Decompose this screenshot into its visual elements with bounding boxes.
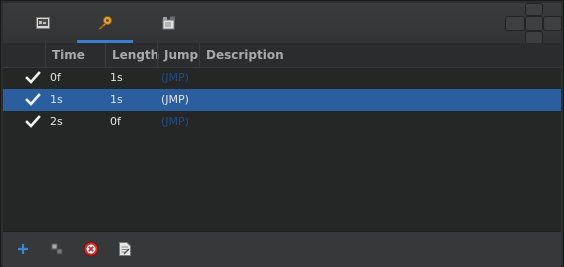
add-keyframe-button[interactable] — [13, 239, 33, 259]
duplicate-icon — [51, 243, 63, 255]
nav-left-button[interactable] — [505, 16, 525, 31]
nav-up-button[interactable] — [525, 3, 543, 16]
edit-notes-button[interactable] — [115, 239, 135, 259]
cell-time: 0f — [50, 71, 61, 84]
table-header: Time Length Jump Description — [3, 43, 561, 68]
remove-icon — [83, 241, 99, 257]
checkbox-checked-icon[interactable] — [25, 114, 41, 130]
add-icon — [18, 244, 28, 254]
nav-right-button[interactable] — [543, 16, 562, 31]
column-header-description[interactable]: Description — [199, 43, 561, 67]
keyframes-panel: Time Length Jump Description 0f 1s (JMP)… — [0, 0, 564, 267]
tab-bar — [3, 3, 562, 44]
clip-icon — [162, 16, 175, 30]
cell-jump[interactable]: (JMP) — [161, 89, 189, 111]
duplicate-keyframe-button[interactable] — [47, 239, 67, 259]
cell-time: 2s — [50, 115, 63, 128]
navigation-pad — [503, 3, 562, 44]
table-row-selected[interactable]: 1s 1s (JMP) — [3, 89, 561, 111]
table-row[interactable]: 0f 1s (JMP) — [3, 67, 561, 89]
footer-toolbar — [3, 231, 561, 267]
notes-icon — [119, 242, 131, 256]
tab-keyframes[interactable] — [77, 3, 133, 43]
keyframe-table: Time Length Jump Description 0f 1s (JMP)… — [3, 43, 561, 231]
table-row[interactable]: 2s 0f (JMP) — [3, 111, 561, 133]
nav-center-button[interactable] — [525, 16, 543, 31]
checkbox-checked-icon[interactable] — [25, 70, 41, 86]
cell-length: 0f — [110, 115, 121, 128]
cell-length: 1s — [110, 93, 123, 106]
checkbox-checked-icon[interactable] — [25, 92, 41, 108]
cell-time: 1s — [50, 93, 63, 106]
cell-length: 1s — [110, 71, 123, 84]
column-header-time[interactable]: Time — [45, 43, 105, 67]
column-header-length[interactable]: Length — [105, 43, 159, 67]
image-icon — [36, 17, 50, 29]
remove-keyframe-button[interactable] — [81, 239, 101, 259]
key-icon — [98, 16, 112, 30]
cell-jump[interactable]: (JMP) — [161, 111, 189, 133]
tab-image[interactable] — [15, 3, 71, 43]
cell-jump[interactable]: (JMP) — [161, 67, 189, 89]
tab-clip[interactable] — [141, 3, 197, 43]
column-header-jump[interactable]: Jump — [157, 43, 199, 67]
